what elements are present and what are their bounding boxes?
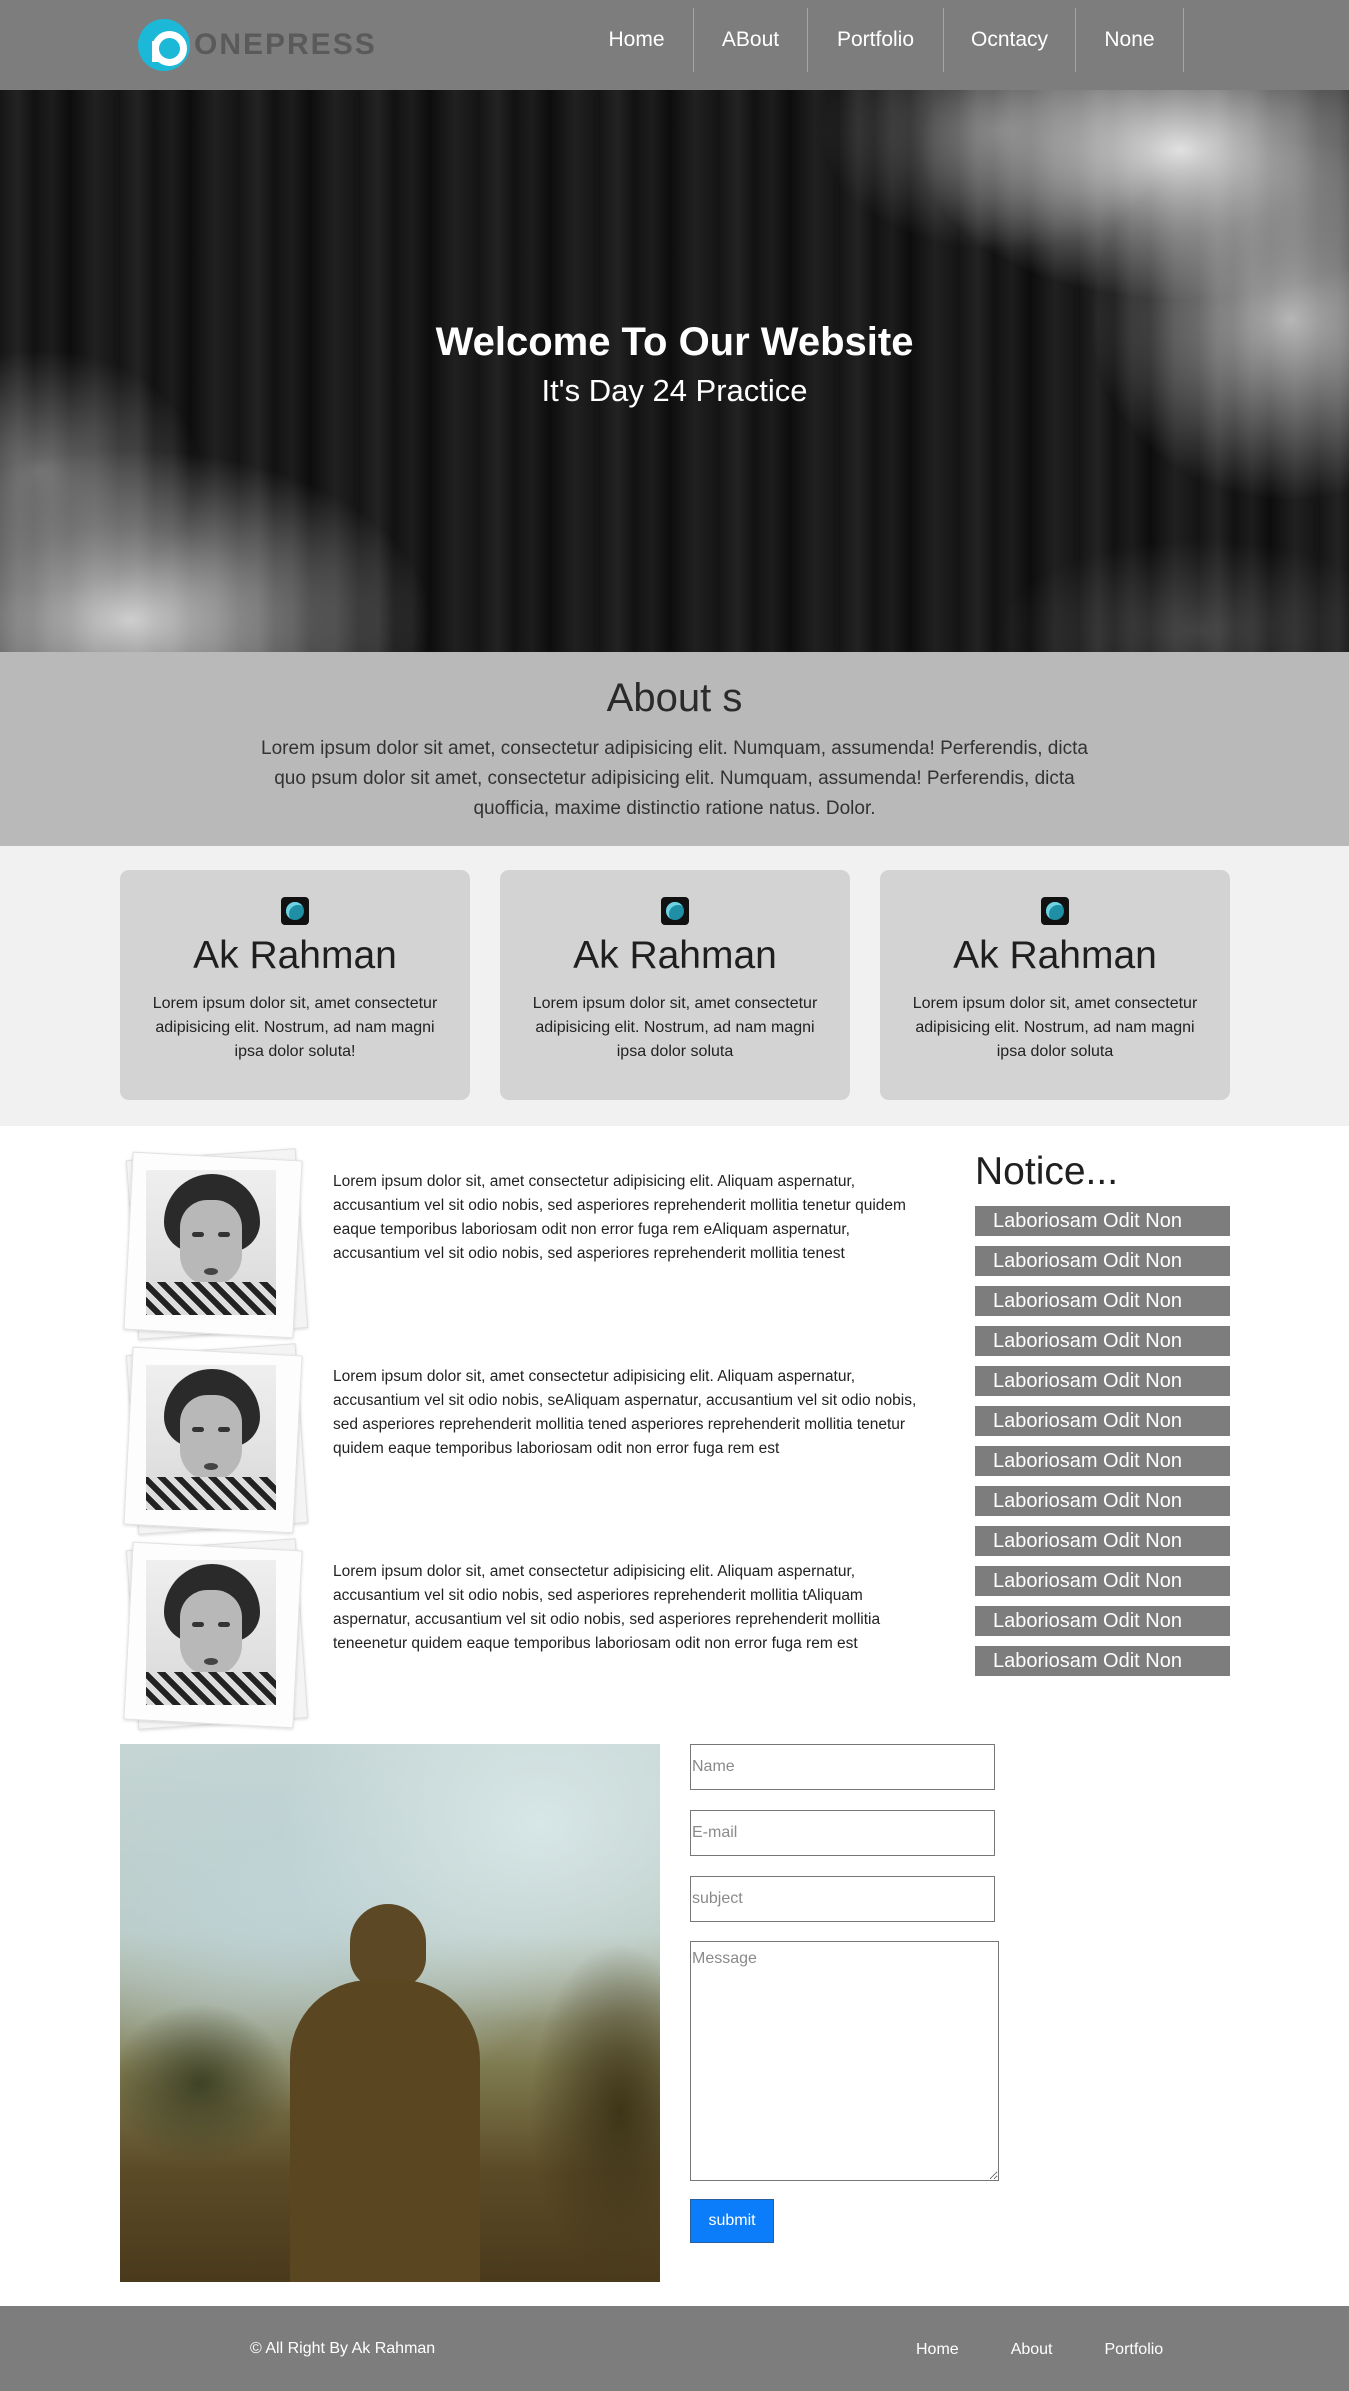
name-field[interactable] xyxy=(690,1744,995,1790)
subject-field[interactable] xyxy=(690,1876,995,1922)
card-title: Ak Rahman xyxy=(953,934,1157,977)
card-text: Lorem ipsum dolor sit, amet consectetur … xyxy=(912,995,1198,1060)
nav-none-link[interactable]: None xyxy=(1076,8,1184,72)
globe-icon xyxy=(281,897,309,925)
card-title: Ak Rahman xyxy=(193,934,397,977)
post-text: Lorem ipsum dolor sit, amet consectetur … xyxy=(333,1563,881,1652)
logo-p-icon xyxy=(138,19,190,71)
globe-icon xyxy=(1041,897,1069,925)
footer-home-link[interactable]: Home xyxy=(890,2330,985,2370)
post-item: Lorem ipsum dolor sit, amet consectetur … xyxy=(120,1148,940,1340)
page: ONEPRESS Home ABout Portfolio Ocntacy No… xyxy=(0,0,1349,2391)
footer-portfolio-link[interactable]: Portfolio xyxy=(1079,2330,1190,2370)
notice-item[interactable]: Laboriosam Odit Non xyxy=(975,1406,1230,1436)
nav-portfolio-link[interactable]: Portfolio xyxy=(808,8,944,72)
hero-subtitle: It's Day 24 Practice xyxy=(541,373,808,408)
about-title: About s xyxy=(606,676,743,720)
nav-contact-link[interactable]: Ocntacy xyxy=(944,8,1076,72)
card-text: Lorem ipsum dolor sit, amet consectetur … xyxy=(532,995,818,1060)
portrait-photo xyxy=(146,1560,276,1705)
notice-item[interactable]: Laboriosam Odit Non xyxy=(975,1526,1230,1556)
feature-cards: Ak Rahman Lorem ipsum dolor sit, amet co… xyxy=(0,846,1349,1126)
site-logo[interactable]: ONEPRESS xyxy=(138,18,377,72)
post-text: Lorem ipsum dolor sit, amet consectetur … xyxy=(333,1173,906,1262)
logo-text: ONEPRESS xyxy=(194,28,377,61)
card-text: Lorem ipsum dolor sit, amet consectetur … xyxy=(152,995,438,1060)
feature-card: Ak Rahman Lorem ipsum dolor sit, amet co… xyxy=(120,870,470,1100)
portrait-photo xyxy=(146,1365,276,1510)
site-footer: © All Right By Ak Rahman Home About Port… xyxy=(0,2306,1349,2391)
hero-banner: Welcome To Our Website It's Day 24 Pract… xyxy=(0,90,1349,652)
notice-item[interactable]: Laboriosam Odit Non xyxy=(975,1286,1230,1316)
feature-card: Ak Rahman Lorem ipsum dolor sit, amet co… xyxy=(880,870,1230,1100)
email-field[interactable] xyxy=(690,1810,995,1856)
feature-card: Ak Rahman Lorem ipsum dolor sit, amet co… xyxy=(500,870,850,1100)
post-item: Lorem ipsum dolor sit, amet consectetur … xyxy=(120,1538,940,1730)
footer-about-link[interactable]: About xyxy=(985,2330,1079,2370)
nav-about-link[interactable]: ABout xyxy=(694,8,808,72)
copyright-text: © All Right By Ak Rahman xyxy=(250,2340,436,2357)
notice-item[interactable]: Laboriosam Odit Non xyxy=(975,1566,1230,1596)
notice-item[interactable]: Laboriosam Odit Non xyxy=(975,1646,1230,1676)
post-text: Lorem ipsum dolor sit, amet consectetur … xyxy=(333,1368,917,1457)
notice-list: Laboriosam Odit Non Laboriosam Odit Non … xyxy=(975,1206,1230,1686)
contact-photo xyxy=(120,1744,660,2282)
nav-home-link[interactable]: Home xyxy=(580,8,694,72)
top-header: ONEPRESS Home ABout Portfolio Ocntacy No… xyxy=(0,0,1349,90)
about-text: Lorem ipsum dolor sit amet, consectetur … xyxy=(261,738,1088,819)
notice-item[interactable]: Laboriosam Odit Non xyxy=(975,1206,1230,1236)
notice-item[interactable]: Laboriosam Odit Non xyxy=(975,1246,1230,1276)
notice-title: Notice... xyxy=(975,1150,1119,1193)
notice-item[interactable]: Laboriosam Odit Non xyxy=(975,1446,1230,1476)
about-section: About s Lorem ipsum dolor sit amet, cons… xyxy=(0,652,1349,846)
card-title: Ak Rahman xyxy=(573,934,777,977)
portrait-photo xyxy=(146,1170,276,1315)
footer-nav: Home About Portfolio xyxy=(890,2330,1189,2370)
main-nav: Home ABout Portfolio Ocntacy None xyxy=(580,8,1184,72)
notice-item[interactable]: Laboriosam Odit Non xyxy=(975,1366,1230,1396)
message-field[interactable] xyxy=(690,1941,999,2181)
hero-title: Welcome To Our Website xyxy=(435,320,914,364)
notice-item[interactable]: Laboriosam Odit Non xyxy=(975,1606,1230,1636)
post-item: Lorem ipsum dolor sit, amet consectetur … xyxy=(120,1343,940,1535)
submit-button[interactable]: submit xyxy=(690,2199,774,2243)
notice-item[interactable]: Laboriosam Odit Non xyxy=(975,1486,1230,1516)
notice-item[interactable]: Laboriosam Odit Non xyxy=(975,1326,1230,1356)
globe-icon xyxy=(661,897,689,925)
